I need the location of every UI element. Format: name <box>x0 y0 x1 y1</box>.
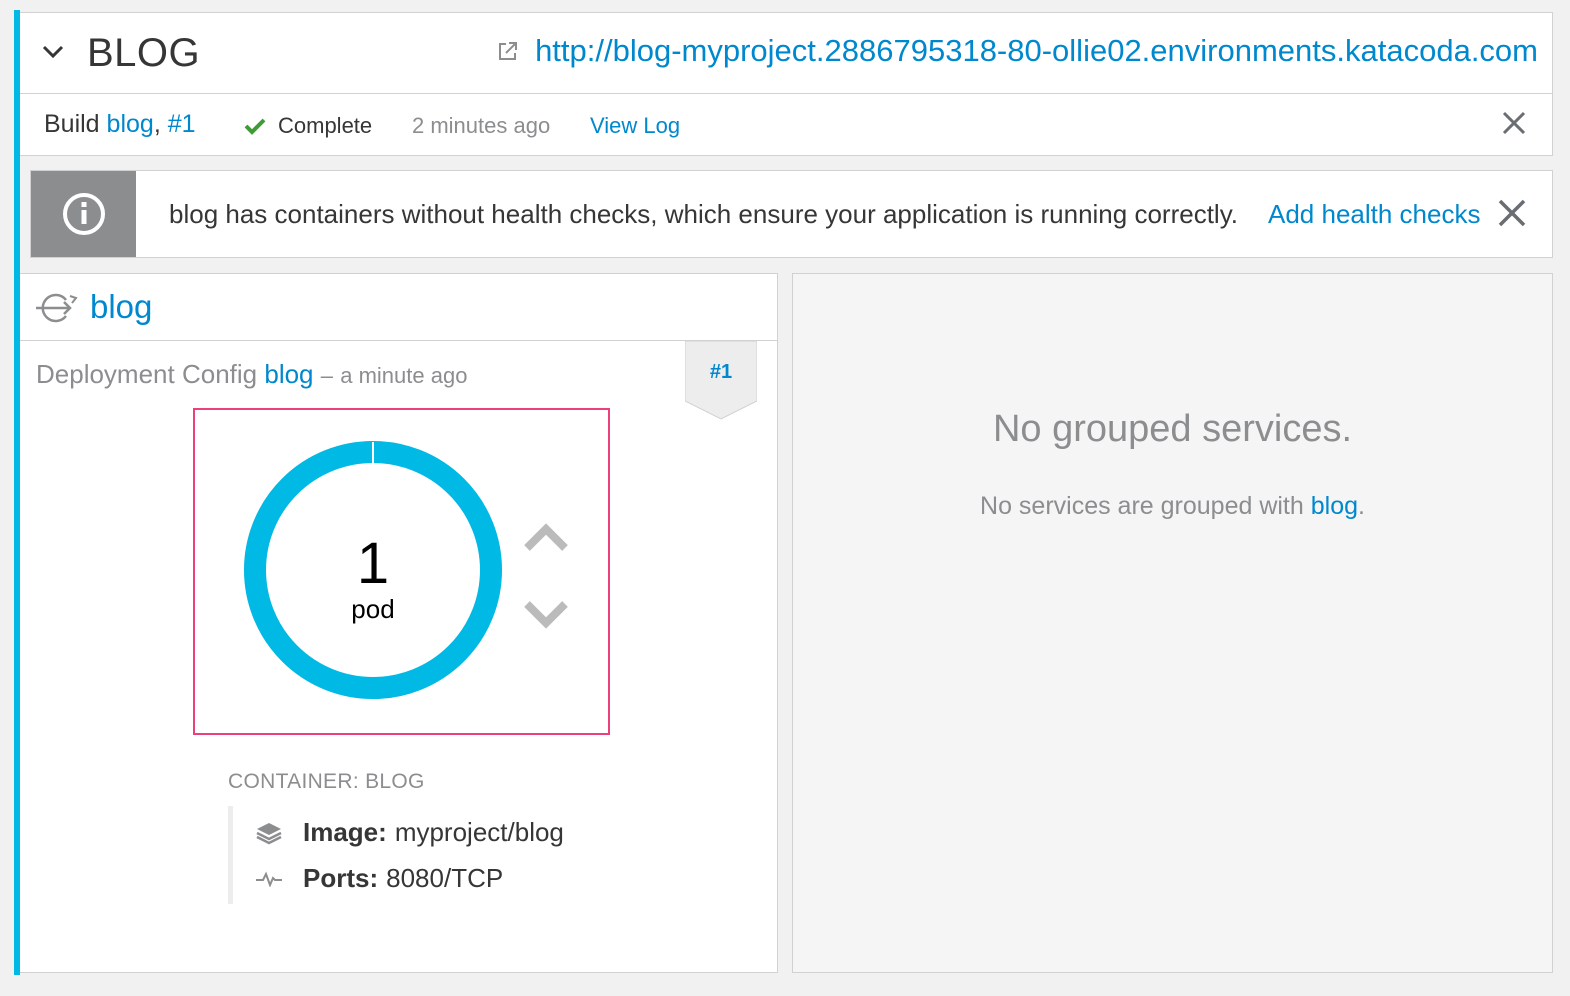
services-subtitle-prefix: No services are grouped with <box>980 492 1304 520</box>
container-label: CONTAINER: BLOG <box>228 770 425 793</box>
build-config-link[interactable]: blog <box>107 110 154 138</box>
pod-scaling-box: 1 pod <box>193 408 610 735</box>
app-title: BLOG <box>87 31 201 75</box>
revision-number: #1 <box>709 361 733 383</box>
build-label: Build blog, #1 <box>44 110 196 139</box>
image-value: myproject/blog <box>394 817 564 847</box>
layers-icon <box>255 821 283 845</box>
image-key: Image: <box>303 817 387 847</box>
pulse-icon <box>255 870 283 887</box>
grouped-services-panel: No grouped services. No services are gro… <box>792 273 1553 973</box>
chevron-down-icon[interactable] <box>40 39 66 65</box>
build-comma: , <box>153 110 168 138</box>
add-health-checks-link[interactable]: Add health checks <box>1268 199 1480 230</box>
pod-count: 1 <box>356 531 390 596</box>
alert-message: blog has containers without health check… <box>169 199 1238 229</box>
deployment-config-link[interactable]: blog <box>264 359 313 389</box>
services-blog-link[interactable]: blog <box>1311 492 1358 520</box>
deployment-header: blog <box>20 274 777 341</box>
external-link-icon <box>497 40 519 62</box>
build-time: 2 minutes ago <box>412 113 551 138</box>
build-row: Build blog, #1 Complete 2 minutes ago Vi… <box>20 94 1553 156</box>
chevron-down-icon[interactable] <box>523 600 569 635</box>
route-link[interactable]: http://blog-myproject.2886795318-80-olli… <box>497 33 1538 69</box>
deployment-card: blog Deployment Config blog – a minute a… <box>20 273 778 973</box>
info-icon <box>31 171 136 257</box>
subtitle-separator: – <box>320 363 333 388</box>
container-ports-row: Ports: 8080/TCP <box>255 863 503 894</box>
build-label-text: Build <box>44 110 100 138</box>
ports-key: Ports: <box>303 863 379 893</box>
deployment-subtitle: Deployment Config blog – a minute ago <box>36 359 467 390</box>
ports-value: 8080/TCP <box>386 863 504 893</box>
route-url: http://blog-myproject.2886795318-80-olli… <box>535 33 1538 68</box>
view-log-link[interactable]: View Log <box>590 113 680 139</box>
deployment-time: a minute ago <box>340 363 468 388</box>
pod-unit-label: pod <box>351 594 395 624</box>
close-icon[interactable] <box>1502 111 1526 140</box>
close-icon[interactable] <box>1498 199 1526 232</box>
build-number-link[interactable]: #1 <box>168 110 196 138</box>
chevron-up-icon[interactable] <box>523 522 569 557</box>
health-check-alert: blog has containers without health check… <box>30 170 1553 258</box>
build-status: Complete <box>244 113 372 139</box>
build-status-text: Complete <box>278 113 373 138</box>
container-details: Image: myproject/blog Ports: 8080/TCP <box>228 806 564 904</box>
deployment-config-icon <box>36 292 78 329</box>
revision-badge[interactable]: #1 <box>685 341 757 421</box>
app-header: BLOG http://blog-myproject.2886795318-80… <box>20 12 1553 94</box>
services-subtitle-suffix: . <box>1358 492 1365 520</box>
deployment-name-link[interactable]: blog <box>90 288 152 326</box>
services-empty-title: No grouped services. <box>992 408 1353 450</box>
services-empty-subtitle: No services are grouped with blog. <box>793 492 1552 521</box>
deployment-subtitle-prefix: Deployment Config <box>36 359 258 389</box>
container-image-row: Image: myproject/blog <box>255 817 564 848</box>
checkmark-icon <box>244 118 266 135</box>
